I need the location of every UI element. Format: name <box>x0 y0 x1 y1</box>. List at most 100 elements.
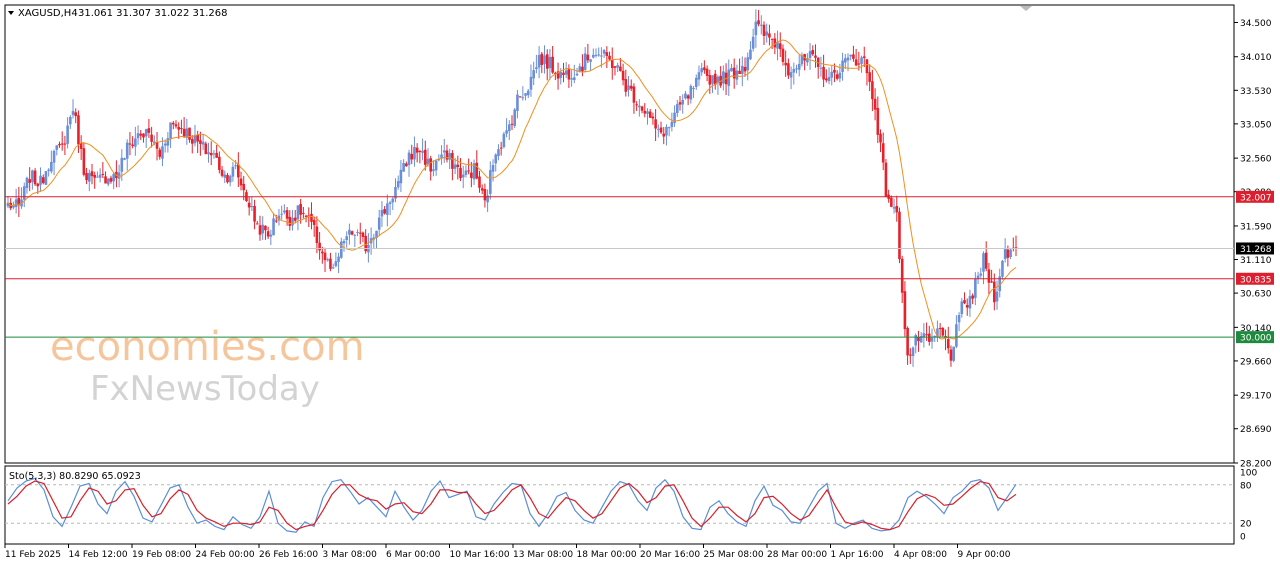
candle-body <box>857 63 861 65</box>
candle-body <box>730 67 733 72</box>
candle-body <box>440 154 443 159</box>
candle-body <box>914 334 918 346</box>
candle-body <box>949 349 953 361</box>
candle-body <box>31 170 34 183</box>
candle-body <box>743 67 747 72</box>
candle-body <box>811 50 815 55</box>
level-tag-label: 30.835 <box>1240 275 1272 285</box>
candle-body <box>190 139 194 144</box>
candle-body <box>163 143 167 146</box>
candle-body <box>673 112 676 123</box>
candle-body <box>838 72 842 79</box>
candle-body <box>722 71 725 84</box>
candle-body <box>142 133 145 138</box>
stochastic-panel-frame <box>4 465 1235 545</box>
candle-body <box>497 149 500 157</box>
candle-body <box>87 172 91 182</box>
candle-body <box>513 109 517 126</box>
candle-body <box>166 138 170 146</box>
candle-body <box>44 171 48 185</box>
price-tick-label: 29.660 <box>1240 357 1272 367</box>
candle-body <box>627 85 630 90</box>
candle-body <box>337 256 340 262</box>
candle-body <box>865 59 869 74</box>
candle-body <box>974 278 977 298</box>
candle-body <box>884 162 888 197</box>
candle-body <box>52 150 56 163</box>
candle-body <box>589 59 592 62</box>
candle-body <box>849 54 853 57</box>
candle-body <box>543 55 546 64</box>
candle-body <box>304 215 308 217</box>
candle-body <box>494 154 498 164</box>
candle-body <box>334 261 338 267</box>
candle-body <box>586 54 590 61</box>
candle-body <box>201 141 205 145</box>
candle-body <box>405 163 408 167</box>
candle-body <box>946 339 950 349</box>
candle-body <box>25 177 29 189</box>
candle-body <box>144 129 148 137</box>
candle-body <box>180 128 183 130</box>
candle-body <box>654 119 657 129</box>
candle-body <box>434 160 438 171</box>
candle-body <box>285 210 289 219</box>
candle-body <box>410 153 414 160</box>
candle-body <box>218 156 221 170</box>
candle-body <box>456 164 460 168</box>
candle-body <box>291 217 294 226</box>
candle-body <box>1006 249 1010 258</box>
price-tick-label: 34.010 <box>1240 53 1272 63</box>
candle-body <box>608 55 611 60</box>
candle-body <box>478 176 481 188</box>
candle-body <box>302 212 305 214</box>
candle-body <box>895 205 899 213</box>
candle-body <box>323 252 327 261</box>
candle-body <box>71 110 75 115</box>
candle-body <box>318 242 321 251</box>
stochastic-label: Sto(5,3,3) 80.8290 65.0923 <box>9 471 141 482</box>
candle-body <box>391 198 395 203</box>
candle-body <box>155 142 159 149</box>
time-tick-label: 19 Feb 08:00 <box>132 550 191 560</box>
candle-body <box>480 188 484 191</box>
candle-body <box>822 66 825 80</box>
candle-body <box>209 152 213 156</box>
candle-body <box>50 161 53 172</box>
candle-body <box>759 24 763 26</box>
candle-body <box>158 149 162 157</box>
candle-body <box>258 225 262 235</box>
candle-body <box>442 150 446 153</box>
candle-body <box>326 259 330 261</box>
candle-body <box>600 55 603 57</box>
candles <box>6 9 1018 367</box>
time-tick-label: 20 Mar 16:00 <box>640 550 700 560</box>
candle-body <box>984 252 988 269</box>
candle-body <box>101 173 105 175</box>
candle-body <box>532 70 535 79</box>
collapse-arrow-icon[interactable] <box>1020 6 1032 11</box>
symbol-dropdown-icon[interactable] <box>8 11 14 15</box>
candle-body <box>795 68 798 70</box>
stochastic-lines <box>7 477 1017 533</box>
time-tick-label: 6 Mar 00:00 <box>386 550 441 560</box>
candle-body <box>678 102 682 105</box>
candle-body <box>741 65 744 74</box>
candle-body <box>345 236 349 240</box>
candle-body <box>516 94 519 112</box>
candle-body <box>147 128 151 133</box>
price-tick-label: 31.590 <box>1240 222 1272 232</box>
candle-body <box>591 54 595 58</box>
candle-body <box>700 68 703 73</box>
candle-body <box>242 183 246 191</box>
candle-body <box>521 97 525 99</box>
candle-body <box>234 165 237 167</box>
candle-body <box>383 209 386 214</box>
candle-body <box>537 55 541 68</box>
candle-body <box>670 121 674 127</box>
candle-body <box>134 138 137 147</box>
candle-body <box>968 296 972 309</box>
candle-body <box>136 133 140 139</box>
candle-body <box>900 258 904 293</box>
candle-body <box>827 77 831 82</box>
